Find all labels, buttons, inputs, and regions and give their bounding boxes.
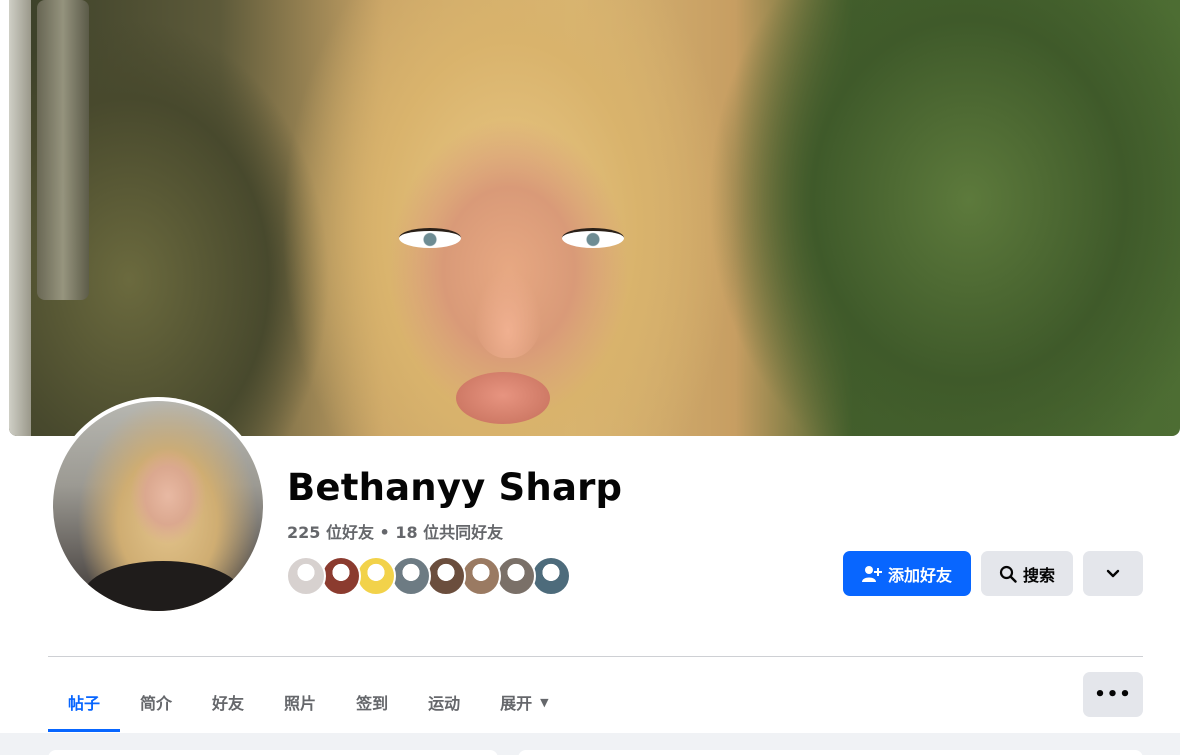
cover-tree-trunk-left	[9, 0, 31, 436]
friend-stats[interactable]: 225 位好友 • 18 位共同好友	[287, 519, 503, 543]
tab-label: 展开	[500, 694, 533, 713]
mutual-friend-avatar[interactable]	[461, 556, 501, 596]
tab-label: 运动	[428, 694, 461, 713]
mutual-friend-avatar[interactable]	[531, 556, 571, 596]
cover-photo[interactable]	[9, 0, 1180, 436]
cover-tree-trunk	[37, 0, 89, 300]
tab-label: 照片	[284, 694, 317, 713]
tab-check-ins[interactable]: 签到	[336, 672, 408, 732]
cover-right-eye	[562, 228, 624, 248]
tab-label: 签到	[356, 694, 389, 713]
tab-label: 帖子	[68, 694, 101, 713]
mutual-friend-avatar[interactable]	[321, 556, 361, 596]
tab-sports[interactable]: 运动	[408, 672, 480, 732]
tab-more[interactable]: 展开 ▼	[480, 672, 568, 732]
caret-down-icon: ▼	[540, 695, 549, 709]
tab-friends[interactable]: 好友	[192, 672, 264, 732]
tab-posts[interactable]: 帖子	[48, 672, 121, 732]
profile-name: Bethanyy Sharp	[287, 466, 623, 509]
search-label: 搜索	[1022, 565, 1055, 585]
add-friend-label: 添加好友	[887, 565, 952, 585]
profile-tabs: 帖子 简介 好友 照片 签到 运动 展开 ▼	[48, 672, 569, 732]
cover-lips	[456, 372, 550, 424]
cover-left-eye	[399, 228, 461, 248]
mutual-friend-avatar[interactable]	[391, 556, 431, 596]
profile-more-button[interactable]	[1083, 551, 1143, 596]
mutual-friends-avatars	[286, 556, 571, 596]
mutual-friend-avatar[interactable]	[356, 556, 396, 596]
mutual-friend-avatar[interactable]	[496, 556, 536, 596]
mutual-friend-avatar[interactable]	[426, 556, 466, 596]
header-divider	[48, 656, 1143, 657]
add-person-icon	[861, 565, 882, 582]
ellipsis-icon: •••	[1094, 684, 1132, 705]
search-button[interactable]: 搜索	[981, 551, 1073, 596]
profile-avatar-ring[interactable]	[49, 397, 267, 615]
chevron-down-icon	[1106, 569, 1120, 577]
search-icon	[999, 565, 1017, 583]
tab-photos[interactable]: 照片	[264, 672, 336, 732]
left-column-card	[48, 750, 498, 755]
tab-about[interactable]: 简介	[120, 672, 192, 732]
profile-avatar[interactable]	[53, 401, 263, 611]
cover-nose	[474, 268, 542, 358]
tab-label: 好友	[212, 694, 245, 713]
tabs-more-options-button[interactable]: •••	[1083, 672, 1143, 717]
add-friend-button[interactable]: 添加好友	[843, 551, 971, 596]
right-column-card	[518, 750, 1143, 755]
profile-page: Bethanyy Sharp 225 位好友 • 18 位共同好友 添加好友 搜…	[0, 0, 1180, 755]
mutual-friend-avatar[interactable]	[286, 556, 326, 596]
tab-label: 简介	[140, 694, 173, 713]
avatar-shirt	[83, 561, 243, 611]
